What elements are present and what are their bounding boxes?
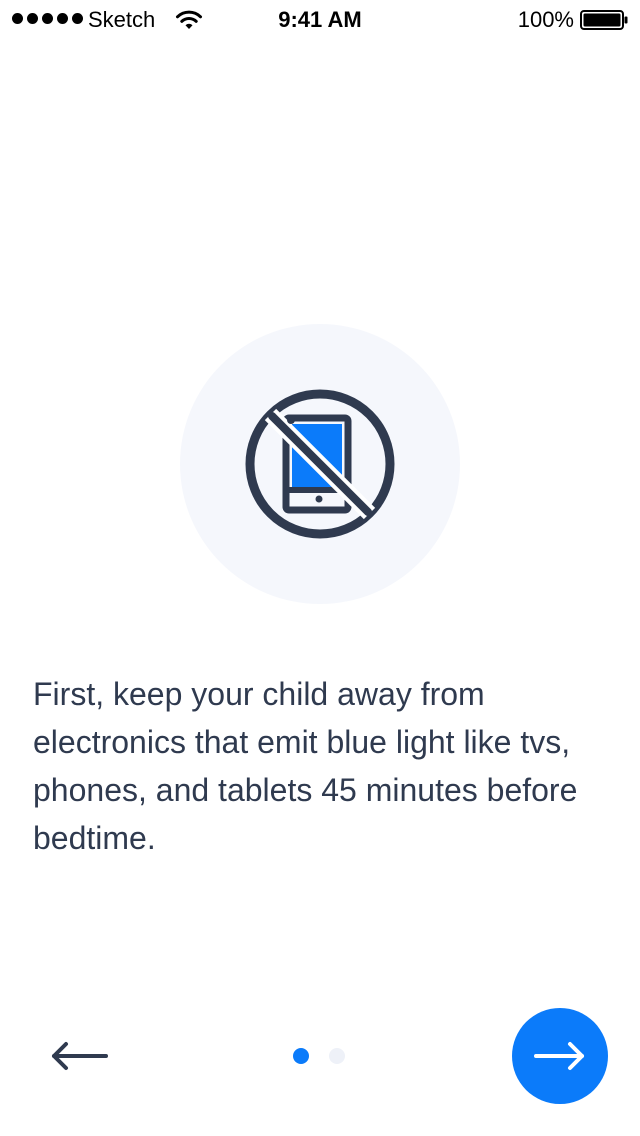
battery-percent: 100% xyxy=(517,7,574,32)
page-dot-inactive xyxy=(329,1048,345,1064)
onboarding-message: First, keep your child away from electro… xyxy=(33,676,578,856)
no-devices-icon xyxy=(245,389,395,539)
page-dot-active xyxy=(293,1048,309,1064)
next-button[interactable] xyxy=(512,1008,608,1104)
page-indicator xyxy=(293,1048,345,1064)
status-bar: Sketch 9:41 AM 100% xyxy=(0,0,640,40)
arrow-left-icon xyxy=(52,1042,108,1070)
back-button[interactable] xyxy=(44,1026,116,1086)
arrow-right-icon xyxy=(534,1042,584,1070)
battery-icon xyxy=(580,10,628,30)
